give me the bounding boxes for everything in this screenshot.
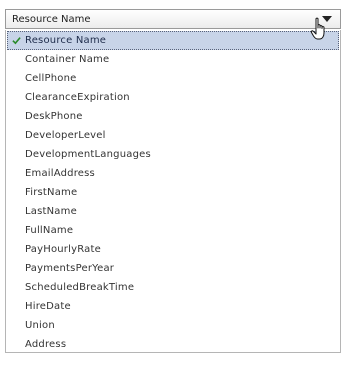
list-item-label: DevelopmentLanguages bbox=[25, 149, 151, 160]
list-item-label: ClearanceExpiration bbox=[25, 92, 130, 103]
list-item-label: FullName bbox=[25, 225, 74, 236]
list-item-selected[interactable]: Resource Name bbox=[7, 31, 339, 50]
list-item[interactable]: FullName bbox=[7, 221, 339, 240]
list-item-label: PaymentsPerYear bbox=[25, 263, 115, 274]
list-item[interactable]: EmailAddress bbox=[7, 164, 339, 183]
list-item-label: FirstName bbox=[25, 187, 78, 198]
field-options-list: Resource Name Container Name CellPhone C… bbox=[5, 30, 341, 353]
field-select-value: Resource Name bbox=[12, 14, 91, 25]
field-select[interactable]: Resource Name bbox=[5, 9, 341, 29]
list-item-label: ScheduledBreakTime bbox=[25, 282, 135, 293]
list-item[interactable]: ScheduledBreakTime bbox=[7, 278, 339, 297]
list-item[interactable]: Address bbox=[7, 335, 339, 354]
list-item[interactable]: LastName bbox=[7, 202, 339, 221]
list-item-label: Address bbox=[25, 339, 67, 350]
list-item[interactable]: PaymentsPerYear bbox=[7, 259, 339, 278]
list-item[interactable]: Union bbox=[7, 316, 339, 335]
chevron-down-icon[interactable] bbox=[322, 16, 332, 22]
list-item-label: PayHourlyRate bbox=[25, 244, 101, 255]
list-item-label: EmailAddress bbox=[25, 168, 95, 179]
list-item-label: DeveloperLevel bbox=[25, 130, 106, 141]
list-item-label: Container Name bbox=[25, 54, 110, 65]
list-item[interactable]: DeskPhone bbox=[7, 107, 339, 126]
list-item[interactable]: DevelopmentLanguages bbox=[7, 145, 339, 164]
list-item[interactable]: DeveloperLevel bbox=[7, 126, 339, 145]
checkmark-icon bbox=[12, 37, 21, 45]
list-item[interactable]: Container Name bbox=[7, 50, 339, 69]
list-item-label: Union bbox=[25, 320, 55, 331]
list-item-label: LastName bbox=[25, 206, 77, 217]
list-item[interactable]: CellPhone bbox=[7, 69, 339, 88]
list-item-label: HireDate bbox=[25, 301, 71, 312]
list-item-label: Resource Name bbox=[25, 35, 107, 46]
list-item[interactable]: ClearanceExpiration bbox=[7, 88, 339, 107]
list-item-label: CellPhone bbox=[25, 73, 77, 84]
list-item-label: DeskPhone bbox=[25, 111, 83, 122]
list-item[interactable]: FirstName bbox=[7, 183, 339, 202]
list-item[interactable]: PayHourlyRate bbox=[7, 240, 339, 259]
list-item[interactable]: HireDate bbox=[7, 297, 339, 316]
resource-field-dropdown: Resource Name Resource Name Container Na… bbox=[5, 9, 341, 353]
